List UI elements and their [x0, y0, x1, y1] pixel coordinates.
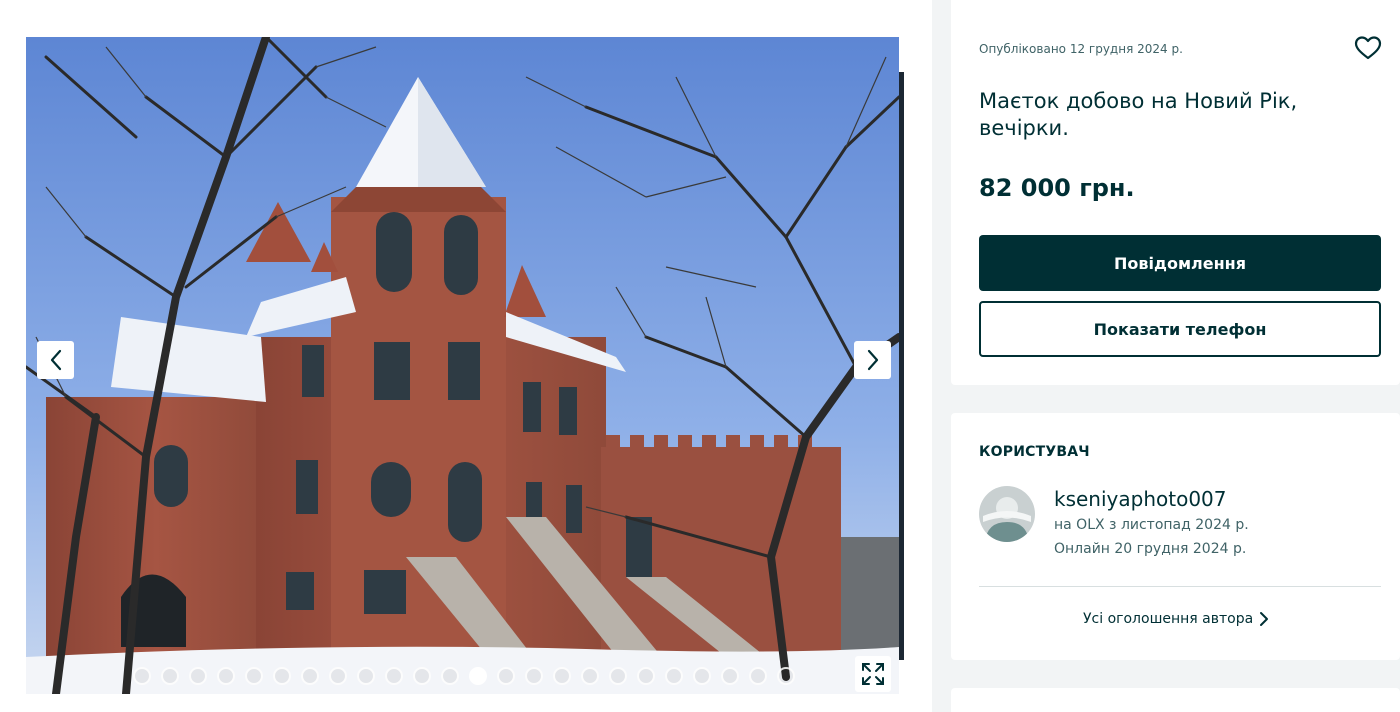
gallery-dot[interactable] [665, 667, 683, 685]
gallery-dot[interactable] [693, 667, 711, 685]
house-photo [26, 37, 899, 694]
gallery-edge [899, 72, 904, 660]
gallery-dot[interactable] [301, 667, 319, 685]
gallery-expand-button[interactable] [855, 656, 891, 692]
gallery-dot[interactable] [161, 667, 179, 685]
gallery-dot[interactable] [525, 667, 543, 685]
gallery-dot[interactable] [357, 667, 375, 685]
user-card: КОРИСТУВАЧ kseniyaphoto007 на OLX з лист… [951, 413, 1400, 660]
gallery-dot[interactable] [385, 667, 403, 685]
user-name[interactable]: kseniyaphoto007 [1054, 487, 1227, 511]
chevron-right-icon [1260, 612, 1269, 626]
avatar-icon [979, 486, 1035, 542]
expand-icon [862, 663, 884, 685]
gallery-dot[interactable] [273, 667, 291, 685]
user-section-label: КОРИСТУВАЧ [979, 444, 1090, 460]
message-button[interactable]: Повідомлення [979, 235, 1381, 291]
chevron-right-icon [867, 349, 878, 371]
divider [979, 586, 1381, 587]
listing-card: Опубліковано 12 грудня 2024 р. Маєток до… [951, 0, 1400, 385]
gallery-pagination [133, 667, 795, 685]
avatar[interactable] [979, 486, 1035, 542]
gallery-prev-button[interactable] [37, 341, 74, 379]
gallery-panel [0, 0, 932, 712]
user-online-status: Онлайн 20 грудня 2024 р. [1054, 541, 1247, 557]
gallery-dot[interactable] [413, 667, 431, 685]
gallery-dot[interactable] [553, 667, 571, 685]
next-card [951, 688, 1400, 712]
gallery-dot[interactable] [133, 667, 151, 685]
favorite-button[interactable] [1354, 35, 1382, 65]
chevron-left-icon [50, 349, 61, 371]
all-author-ads-link[interactable]: Усі оголошення автора [1083, 611, 1269, 627]
gallery-dot[interactable] [581, 667, 599, 685]
gallery-dot[interactable] [749, 667, 767, 685]
gallery-dot[interactable] [721, 667, 739, 685]
gallery-dot[interactable] [469, 667, 487, 685]
published-date: Опубліковано 12 грудня 2024 р. [979, 42, 1183, 56]
listing-title: Маєток добово на Новий Рік, вечірки. [979, 89, 1298, 140]
gallery-dot[interactable] [497, 667, 515, 685]
gallery-dot[interactable] [609, 667, 627, 685]
listing-price: 82 000 грн. [979, 174, 1135, 202]
gallery-dot[interactable] [245, 667, 263, 685]
gallery-dot[interactable] [189, 667, 207, 685]
all-author-ads-label: Усі оголошення автора [1083, 611, 1254, 627]
gallery-dot[interactable] [329, 667, 347, 685]
gallery-dot[interactable] [777, 667, 795, 685]
show-phone-button[interactable]: Показати телефон [979, 301, 1381, 357]
photo-gallery[interactable] [26, 37, 899, 694]
gallery-dot[interactable] [637, 667, 655, 685]
gallery-next-button[interactable] [854, 341, 891, 379]
gallery-dot[interactable] [441, 667, 459, 685]
heart-icon [1354, 36, 1382, 60]
gallery-dot[interactable] [217, 667, 235, 685]
user-since: на OLX з листопад 2024 р. [1054, 517, 1249, 533]
